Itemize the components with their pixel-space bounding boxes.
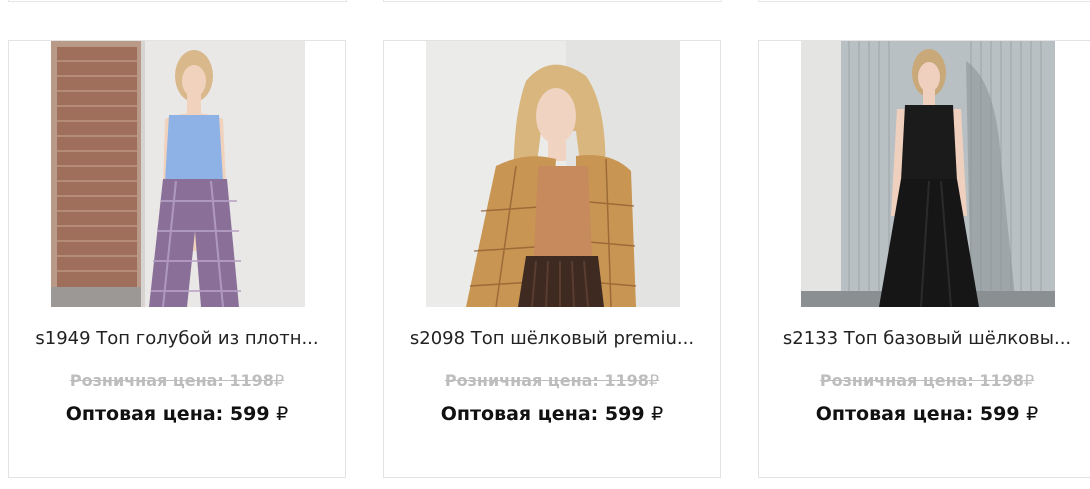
product-title[interactable]: s2133 Топ базовый шёлковы... <box>759 328 1090 349</box>
retail-price-label: Розничная цена: <box>444 371 599 390</box>
wholesale-price-label: Оптовая цена: <box>65 403 224 425</box>
product-card[interactable]: s2133 Топ базовый шёлковы... Розничная ц… <box>758 40 1090 478</box>
wholesale-price-value: 599 <box>604 403 645 425</box>
wholesale-price: Оптовая цена: 599 ₽ <box>9 403 345 425</box>
wholesale-price-value: 599 <box>229 403 270 425</box>
product-title[interactable]: s1949 Топ голубой из плотн... <box>9 328 345 349</box>
retail-price: Розничная цена: 1198₽ <box>384 371 720 390</box>
wholesale-price-label: Оптовая цена: <box>815 403 974 425</box>
retail-price: Розничная цена: 1198₽ <box>9 371 345 390</box>
product-card[interactable]: s2098 Топ шёлковый premiu... Розничная ц… <box>383 40 721 478</box>
previous-row-card <box>758 0 1090 2</box>
product-photo[interactable] <box>51 41 305 307</box>
wholesale-price-label: Оптовая цена: <box>440 403 599 425</box>
wholesale-price: Оптовая цена: 599 ₽ <box>759 403 1090 425</box>
ruble-icon: ₽ <box>1023 371 1035 390</box>
ruble-icon: ₽ <box>276 403 289 425</box>
retail-price: Розничная цена: 1198₽ <box>759 371 1090 390</box>
previous-row-card <box>383 0 722 2</box>
wholesale-price-value: 599 <box>979 403 1020 425</box>
product-card[interactable]: s1949 Топ голубой из плотн... Розничная … <box>8 40 346 478</box>
product-photo[interactable] <box>426 41 680 307</box>
ruble-icon: ₽ <box>273 371 285 390</box>
product-title[interactable]: s2098 Топ шёлковый premiu... <box>384 328 720 349</box>
retail-price-value: 1198 <box>604 371 649 390</box>
ruble-icon: ₽ <box>648 371 660 390</box>
product-photo[interactable] <box>801 41 1055 307</box>
retail-price-value: 1198 <box>229 371 274 390</box>
retail-price-label: Розничная цена: <box>69 371 224 390</box>
wholesale-price: Оптовая цена: 599 ₽ <box>384 403 720 425</box>
ruble-icon: ₽ <box>1026 403 1039 425</box>
retail-price-label: Розничная цена: <box>819 371 974 390</box>
previous-row-card <box>8 0 347 2</box>
retail-price-value: 1198 <box>979 371 1024 390</box>
ruble-icon: ₽ <box>651 403 664 425</box>
